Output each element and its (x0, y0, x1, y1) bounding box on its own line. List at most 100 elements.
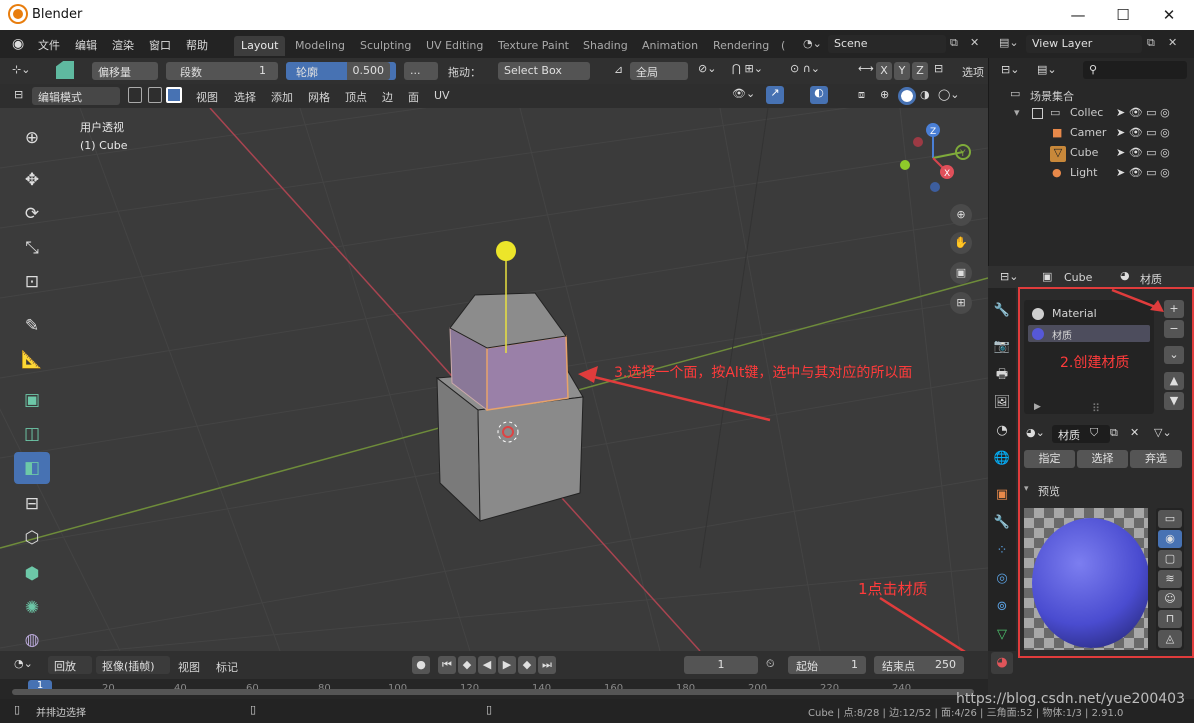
playback-dropdown[interactable]: 回放 (48, 656, 92, 674)
blender-menu-icon[interactable]: ◉ (12, 36, 24, 52)
tab-rendering[interactable]: Rendering (706, 36, 776, 56)
view-layer-tab-icon[interactable]: 🖼 (991, 392, 1013, 414)
tab-uv-editing[interactable]: UV Editing (419, 36, 490, 56)
select-box-dropdown[interactable]: Select Box (498, 62, 590, 80)
zoom-icon[interactable]: ⊕ (950, 204, 972, 226)
shading-rendered-icon[interactable]: ◯⌄ (938, 88, 960, 101)
scale-tool-icon[interactable]: ⤡ (14, 232, 50, 264)
timeline-marker-menu[interactable]: 标记 (216, 659, 238, 675)
close-button[interactable]: ✕ (1146, 4, 1192, 26)
material-slot-row-active[interactable]: 材质 (1028, 325, 1150, 342)
constraints-tab-icon[interactable]: ⊚ (991, 596, 1013, 618)
menu-mesh[interactable]: 网格 (308, 89, 330, 105)
inset-tool-icon[interactable]: ◫ (14, 418, 50, 450)
particles-tab-icon[interactable]: ⁘ (991, 540, 1013, 562)
rotate-tool-icon[interactable]: ⟳ (14, 198, 50, 230)
checkbox-icon[interactable] (1032, 108, 1043, 119)
object-tab-icon[interactable]: ▣ (991, 484, 1013, 506)
data-tab-icon[interactable]: ▽ (991, 624, 1013, 646)
preview-cube-icon[interactable]: ▢ (1158, 550, 1182, 568)
preview-monkey-icon[interactable]: ☺ (1158, 590, 1182, 608)
extrude-tool-icon[interactable]: ▣ (14, 384, 50, 416)
spin-tool-icon[interactable]: ✺ (14, 592, 50, 624)
timeline-editor-icon[interactable]: ◔⌄ (14, 657, 33, 670)
menu-help[interactable]: 帮助 (186, 37, 208, 53)
expand-icon[interactable]: ▾ (1014, 106, 1020, 119)
view-layer-remove-icon[interactable]: ✕ (1168, 36, 1177, 49)
pan-icon[interactable]: ✋ (950, 232, 972, 254)
row-visibility-icons[interactable]: ➤ 👁 ▭ ◎ (1116, 106, 1170, 119)
fake-user-icon[interactable]: ⛉ (1090, 426, 1098, 440)
link-type-icon[interactable]: ▽⌄ (1154, 426, 1172, 439)
view-layer-icon[interactable]: ▤⌄ (999, 36, 1019, 49)
options-button[interactable]: 选项 (962, 64, 984, 80)
menu-edge[interactable]: 边 (382, 89, 393, 105)
knife-tool-icon[interactable]: ⬡ (14, 522, 50, 554)
pivot-icon[interactable]: ⊘⌄ (698, 62, 716, 75)
move-slot-up-button[interactable]: ▲ (1164, 372, 1184, 390)
play-button[interactable]: ▶ (498, 656, 516, 674)
row-visibility-icons[interactable]: ➤ 👁 ▭ ◎ (1116, 126, 1170, 139)
select-button[interactable]: 选择 (1077, 450, 1128, 468)
outliner-search-input[interactable]: ⚲ (1083, 61, 1187, 79)
row-visibility-icons[interactable]: ➤ 👁 ▭ ◎ (1116, 166, 1170, 179)
menu-select[interactable]: 选择 (234, 89, 256, 105)
camera-view-icon[interactable]: ▣ (950, 262, 972, 284)
modifier-tab-icon[interactable]: 🔧 (991, 512, 1013, 534)
gizmo-toggle-icon[interactable]: ↗ (766, 86, 784, 104)
tab-more[interactable]: ( (774, 36, 792, 56)
tool-tab-icon[interactable]: 🔧 (991, 300, 1013, 322)
current-frame-field[interactable]: 1 (684, 656, 758, 674)
collapse-preview-icon[interactable]: ▾ (1024, 484, 1029, 494)
annotate-tool-icon[interactable]: ✎ (14, 310, 50, 342)
tab-shading[interactable]: Shading (576, 36, 635, 56)
editor-type-viewport-icon[interactable]: ⊟ (14, 88, 23, 101)
menu-edit[interactable]: 编辑 (75, 37, 97, 53)
menu-uv[interactable]: UV (434, 89, 450, 102)
offset-dropdown[interactable]: 偏移量 (92, 62, 158, 80)
maximize-button[interactable]: ☐ (1100, 4, 1146, 26)
timeline-view-menu[interactable]: 视图 (178, 659, 200, 675)
move-slot-down-button[interactable]: ▼ (1164, 392, 1184, 410)
menu-vertex[interactable]: 顶点 (345, 89, 367, 105)
mirror-x-button[interactable]: X (876, 62, 892, 80)
auto-merge-icon[interactable]: ⊟ (934, 62, 943, 75)
tab-modeling[interactable]: Modeling (288, 36, 352, 56)
preview-flat-icon[interactable]: ▭ (1158, 510, 1182, 528)
unlink-material-icon[interactable]: ✕ (1130, 426, 1139, 439)
view-layer-field[interactable]: View Layer (1026, 35, 1142, 53)
add-material-slot-button[interactable]: + (1164, 300, 1184, 318)
overlay-toggle-icon[interactable]: ◐ (810, 86, 828, 104)
menu-window[interactable]: 窗口 (149, 37, 171, 53)
world-tab-icon[interactable]: 🌐 (991, 448, 1013, 470)
deselect-button[interactable]: 弃选 (1130, 450, 1182, 468)
mirror-z-button[interactable]: Z (912, 62, 928, 80)
scene-tab-icon[interactable]: ◔ (991, 420, 1013, 442)
duplicate-material-icon[interactable]: ⧉ (1110, 426, 1118, 440)
shading-material-icon[interactable]: ◑ (920, 88, 930, 101)
3d-viewport[interactable]: 用户透视 (1) Cube 3.选择一个面，按Alt键，选中与其对应的所以面 1… (0, 108, 988, 651)
keying-dropdown[interactable]: 抠像(插帧) (96, 656, 170, 674)
next-keyframe-button[interactable]: ◆ (518, 656, 536, 674)
material-name-field[interactable]: 材质 (1052, 425, 1110, 443)
outliner-row-collection[interactable]: ▾ ▭ Collec ➤ 👁 ▭ ◎ (1004, 106, 1194, 126)
move-tool-icon[interactable]: ✥ (14, 164, 50, 196)
render-tab-icon[interactable]: 📷 (991, 336, 1013, 358)
bevel-tool-button[interactable]: ◧ (14, 452, 50, 484)
scene-icon[interactable]: ◔⌄ (803, 37, 822, 50)
output-tab-icon[interactable]: 🖶 (991, 364, 1013, 386)
menu-view[interactable]: 视图 (196, 89, 218, 105)
visibility-icon[interactable]: 👁⌄ (732, 87, 755, 100)
transform-tool-icon[interactable]: ⊡ (14, 266, 50, 298)
jump-start-button[interactable]: ⏮ (438, 656, 456, 674)
outliner-editor-icon[interactable]: ⊟⌄ (1001, 63, 1019, 76)
tab-sculpting[interactable]: Sculpting (353, 36, 418, 56)
more-options-dropdown[interactable]: ... (404, 62, 438, 80)
properties-editor-icon[interactable]: ⊟⌄ (1000, 270, 1018, 283)
vertex-select-icon[interactable] (128, 87, 142, 103)
menu-file[interactable]: 文件 (38, 37, 60, 53)
snap-icon[interactable]: ⋂ ⊞⌄ (732, 62, 763, 75)
menu-add[interactable]: 添加 (271, 89, 293, 105)
outliner-row-light[interactable]: ● Light ➤ 👁 ▭ ◎ (1004, 166, 1194, 186)
segments-field[interactable]: 段数 1 (166, 62, 278, 80)
